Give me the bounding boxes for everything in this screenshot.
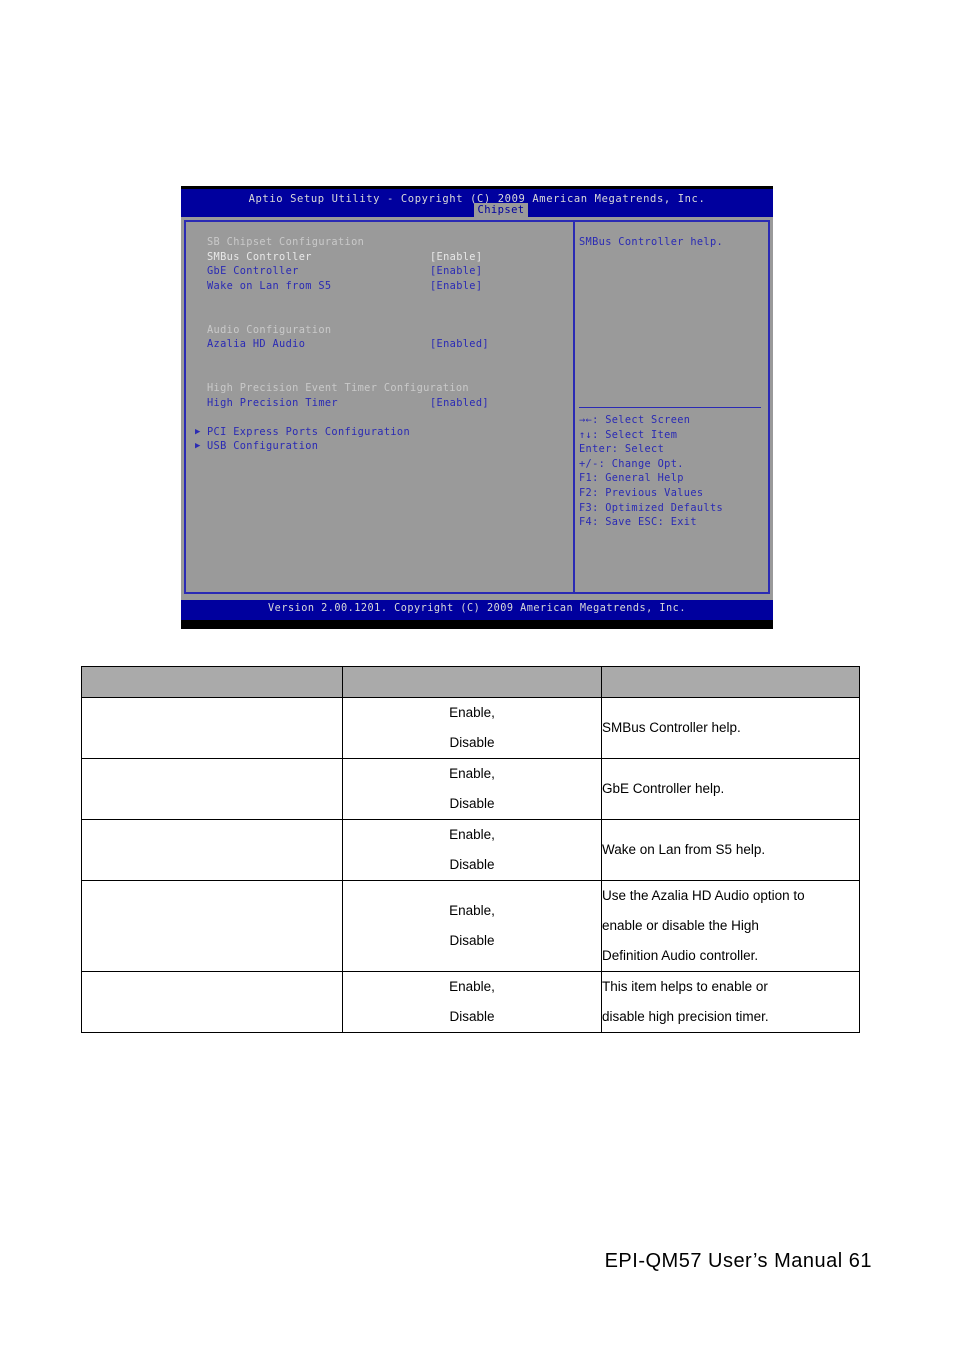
tab-chipset[interactable]: Chipset bbox=[474, 203, 528, 218]
menu-item[interactable]: Wake on Lan from S5 [Enable] bbox=[195, 279, 565, 294]
menu-item-value[interactable]: [Enabled] bbox=[430, 396, 489, 411]
bios-body: SB Chipset Configuration SMBus Controller… bbox=[181, 217, 773, 600]
option-line: Enable, bbox=[449, 766, 495, 781]
key-legend-row: F1: General Help bbox=[579, 472, 684, 485]
table-row: Enable, Disable SMBus Controller help. bbox=[81, 697, 860, 759]
setting-description-cell: SMBus Controller help. bbox=[601, 697, 860, 759]
setting-options-cell: Enable, Disable bbox=[342, 819, 602, 881]
option-line: Enable, bbox=[449, 705, 495, 720]
menu-item-label: SB Chipset Configuration bbox=[207, 236, 365, 248]
settings-description-table: Enable, Disable SMBus Controller help. Enab… bbox=[81, 666, 860, 1033]
menu-spacer bbox=[195, 352, 565, 367]
menu-item[interactable]: ▶ USB Configuration bbox=[195, 439, 565, 454]
bios-footer-bar: Version 2.00.1201. Copyright (C) 2009 Am… bbox=[181, 600, 773, 620]
option-line: Enable, bbox=[449, 827, 495, 842]
bios-version-text: Version 2.00.1201. Copyright (C) 2009 Am… bbox=[268, 603, 686, 614]
menu-item-label: Audio Configuration bbox=[207, 323, 332, 336]
table-header-row bbox=[81, 666, 860, 698]
setting-description-cell: Use the Azalia HD Audio option to enable … bbox=[601, 880, 860, 972]
setting-description-cell: Wake on Lan from S5 help. bbox=[601, 819, 860, 881]
key-legend-row: →←: Select Screen bbox=[579, 414, 691, 426]
description-line: This item helps to enable or bbox=[602, 979, 768, 994]
option-line: Disable bbox=[449, 857, 495, 872]
key-legend-row: F4: Save ESC: Exit bbox=[579, 516, 697, 529]
setting-name-cell bbox=[81, 880, 343, 972]
setting-options-cell: Enable, Disable bbox=[342, 971, 602, 1033]
setting-name-cell bbox=[81, 758, 343, 820]
setting-description-cell: GbE Controller help. bbox=[601, 758, 860, 820]
table-row: Enable, Disable GbE Controller help. bbox=[81, 758, 860, 820]
option-line: Disable bbox=[449, 933, 495, 948]
bios-help-pane: SMBus Controller help. bbox=[579, 235, 765, 250]
chevron-right-icon: ▶ bbox=[195, 441, 201, 452]
help-pane-separator bbox=[579, 407, 761, 408]
menu-spacer bbox=[195, 308, 565, 323]
table-header-cell bbox=[81, 666, 343, 698]
key-legend-row: ↑↓: Select Item bbox=[579, 428, 678, 441]
table-row: Enable, Disable Wake on Lan from S5 help. bbox=[81, 819, 860, 881]
bios-pane-divider bbox=[573, 220, 575, 594]
table-row: Enable, Disable Use the Azalia HD Audio op… bbox=[81, 880, 860, 972]
key-legend-row: F3: Optimized Defaults bbox=[579, 501, 724, 514]
table-header-cell bbox=[342, 666, 602, 698]
bios-setup-screenshot: Aptio Setup Utility - Copyright (C) 2009… bbox=[181, 186, 773, 629]
menu-section-heading: High Precision Event Timer Configuration bbox=[195, 381, 565, 396]
menu-item-label: Azalia HD Audio bbox=[207, 338, 306, 351]
option-line: Enable, bbox=[449, 979, 495, 994]
setting-name-cell bbox=[81, 697, 343, 759]
menu-item[interactable]: SMBus Controller [Enable] bbox=[195, 250, 565, 265]
screenshot-bottom-border bbox=[181, 620, 773, 629]
help-description: SMBus Controller help. bbox=[579, 236, 724, 248]
menu-item-label: High Precision Event Timer Configuration bbox=[207, 381, 469, 394]
menu-item[interactable]: GbE Controller [Enable] bbox=[195, 264, 565, 279]
menu-spacer bbox=[195, 366, 565, 381]
menu-section-heading: Audio Configuration bbox=[195, 323, 565, 338]
menu-item-value[interactable]: [Enabled] bbox=[430, 337, 489, 352]
option-line: Disable bbox=[449, 735, 495, 750]
setting-name-cell bbox=[81, 971, 343, 1033]
table-row: Enable, Disable This item helps to enable … bbox=[81, 971, 860, 1033]
description-line: Definition Audio controller. bbox=[602, 948, 759, 963]
menu-item-label: Wake on Lan from S5 bbox=[207, 279, 332, 292]
option-line: Enable, bbox=[449, 903, 495, 918]
menu-spacer bbox=[195, 410, 565, 425]
key-legend-row: F2: Previous Values bbox=[579, 486, 704, 499]
description-line: enable or disable the High bbox=[602, 918, 759, 933]
description-line: Wake on Lan from S5 help. bbox=[602, 842, 766, 857]
description-line: disable high precision timer. bbox=[602, 1009, 769, 1024]
description-line: GbE Controller help. bbox=[602, 781, 725, 796]
menu-item-value[interactable]: [Enable] bbox=[430, 279, 482, 294]
key-legend-row: Enter: Select bbox=[579, 443, 665, 456]
bios-menu-pane: SB Chipset Configuration SMBus Controller… bbox=[195, 235, 565, 454]
setting-options-cell: Enable, Disable bbox=[342, 758, 602, 820]
description-line: SMBus Controller help. bbox=[602, 720, 741, 735]
menu-spacer bbox=[195, 293, 565, 308]
menu-item-label: SMBus Controller bbox=[207, 250, 312, 263]
setting-name-cell bbox=[81, 819, 343, 881]
table-header-cell bbox=[601, 666, 860, 698]
menu-item-label: PCI Express Ports Configuration bbox=[207, 425, 411, 438]
menu-section-heading: SB Chipset Configuration bbox=[195, 235, 565, 250]
page-footer: EPI-QM57 User’s Manual 61 bbox=[604, 1250, 872, 1272]
setting-description-cell: This item helps to enable or disable high… bbox=[601, 971, 860, 1033]
menu-item[interactable]: High Precision Timer [Enabled] bbox=[195, 396, 565, 411]
menu-item-value[interactable]: [Enable] bbox=[430, 250, 482, 265]
key-legend-row: +/-: Change Opt. bbox=[579, 457, 684, 470]
menu-item[interactable]: Azalia HD Audio [Enabled] bbox=[195, 337, 565, 352]
option-line: Disable bbox=[449, 796, 495, 811]
menu-item-value[interactable]: [Enable] bbox=[430, 264, 482, 279]
description-line: Use the Azalia HD Audio option to bbox=[602, 888, 805, 903]
menu-item-label: High Precision Timer bbox=[207, 396, 338, 409]
menu-item-label: USB Configuration bbox=[207, 440, 319, 453]
chevron-right-icon: ▶ bbox=[195, 426, 201, 437]
menu-item-label: GbE Controller bbox=[207, 265, 299, 278]
bios-key-legend: →←: Select Screen ↑↓: Select Item Enter: S… bbox=[579, 413, 765, 530]
option-line: Disable bbox=[449, 1009, 495, 1024]
setting-options-cell: Enable, Disable bbox=[342, 880, 602, 972]
setting-options-cell: Enable, Disable bbox=[342, 697, 602, 759]
menu-item[interactable]: ▶ PCI Express Ports Configuration bbox=[195, 425, 565, 440]
